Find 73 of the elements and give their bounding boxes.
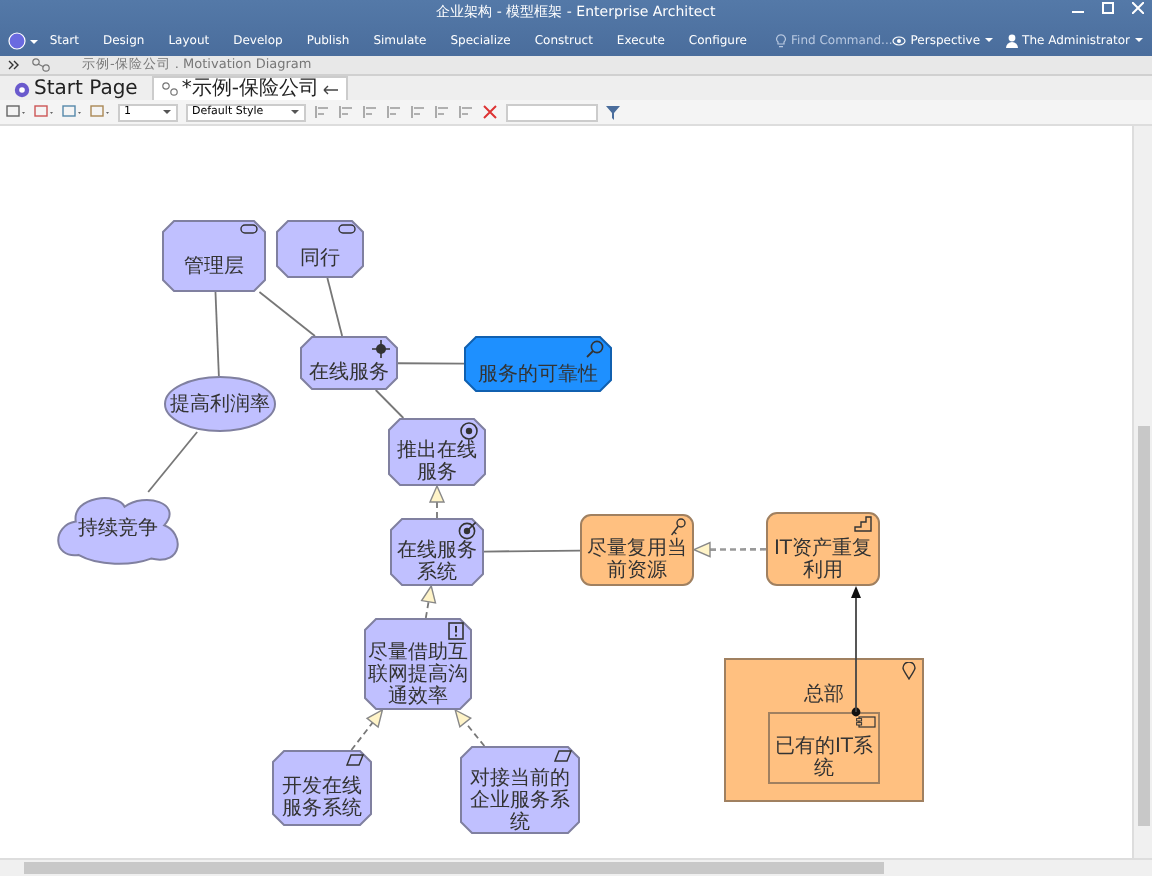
pin-icon (902, 662, 916, 680)
align-icon[interactable] (458, 104, 474, 120)
diagram-icon (32, 58, 50, 72)
align-icon[interactable] (314, 104, 330, 120)
align-icon[interactable] (410, 104, 426, 120)
node-label: 对接当前的企业服务系统 (468, 768, 572, 832)
scrollbar-thumb[interactable] (1137, 426, 1149, 826)
node-label: 尽量借助互联网提高沟通效率 (368, 640, 468, 708)
exclamation-icon (448, 622, 464, 640)
pin-icon[interactable] (322, 83, 339, 95)
node-label: 在线服务 (307, 359, 391, 388)
expand-icon[interactable] (8, 60, 20, 70)
assignment-arrow (851, 586, 861, 717)
filter-icon[interactable] (606, 105, 620, 119)
format-icon[interactable] (34, 104, 54, 120)
lightbulb-icon (775, 33, 786, 47)
influence-arrow (692, 541, 766, 558)
caret-icon (1134, 36, 1144, 44)
filter-field[interactable] (506, 103, 598, 121)
realization-arrow (350, 708, 384, 751)
scrollbar-thumb[interactable] (24, 862, 884, 874)
component-icon (856, 716, 876, 728)
node-label: 同行 (298, 246, 342, 274)
steps-icon (854, 516, 872, 532)
format-icon[interactable] (6, 104, 26, 120)
parallelogram-icon (554, 750, 572, 762)
node-label: 已有的IT系统 (772, 734, 876, 782)
connector-line (214, 291, 220, 377)
format-icon[interactable] (90, 104, 110, 120)
eye-icon (892, 35, 907, 45)
align-icon[interactable] (434, 104, 450, 120)
person-icon (1006, 33, 1019, 47)
node-label: 在线服务系统 (395, 540, 479, 584)
caret-icon (162, 108, 172, 116)
close-icon[interactable] (1132, 2, 1144, 14)
node-label: 提高利润率 (168, 391, 272, 419)
connector-line (326, 277, 344, 337)
align-icon[interactable] (338, 104, 354, 120)
caret-icon (290, 108, 300, 116)
pill-icon (240, 224, 258, 234)
realization-arrow (428, 484, 446, 519)
key-icon (670, 518, 686, 536)
document-tab[interactable]: Start Page (4, 76, 148, 100)
connector-line (374, 389, 405, 419)
maximize-icon[interactable] (1102, 2, 1114, 14)
connector-line (258, 291, 316, 337)
format-icon[interactable] (62, 104, 82, 120)
parallelogram-icon (346, 754, 364, 766)
node-label: 推出在线服务 (395, 440, 479, 484)
search-icon (586, 340, 604, 358)
node-label: 总部 (802, 682, 846, 706)
crosshair-icon (372, 340, 390, 358)
target-arrow-icon (458, 522, 476, 540)
node-label: 尽量复用当前资源 (585, 536, 689, 584)
align-icon[interactable] (362, 104, 378, 120)
document-tab[interactable]: *示例-保险公司 (151, 76, 349, 100)
connector-line (397, 362, 465, 365)
pill-icon (338, 224, 356, 234)
realization-arrow (454, 708, 486, 747)
app-menu-icon[interactable] (8, 31, 38, 49)
node-label: 持续竞争 (76, 515, 160, 544)
node-label: 开发在线服务系统 (280, 773, 364, 824)
caret-icon (984, 36, 995, 44)
diagram-icon (161, 82, 178, 96)
align-icon[interactable] (386, 104, 402, 120)
node-label: IT资产重复利用 (771, 535, 875, 584)
realization-arrow (420, 584, 437, 619)
connector-line (483, 549, 581, 553)
delete-icon[interactable] (482, 104, 498, 120)
connector-line (147, 431, 199, 493)
node-label: 服务的可靠性 (476, 361, 600, 389)
node-label: 管理层 (182, 253, 246, 281)
target-icon (460, 422, 478, 440)
